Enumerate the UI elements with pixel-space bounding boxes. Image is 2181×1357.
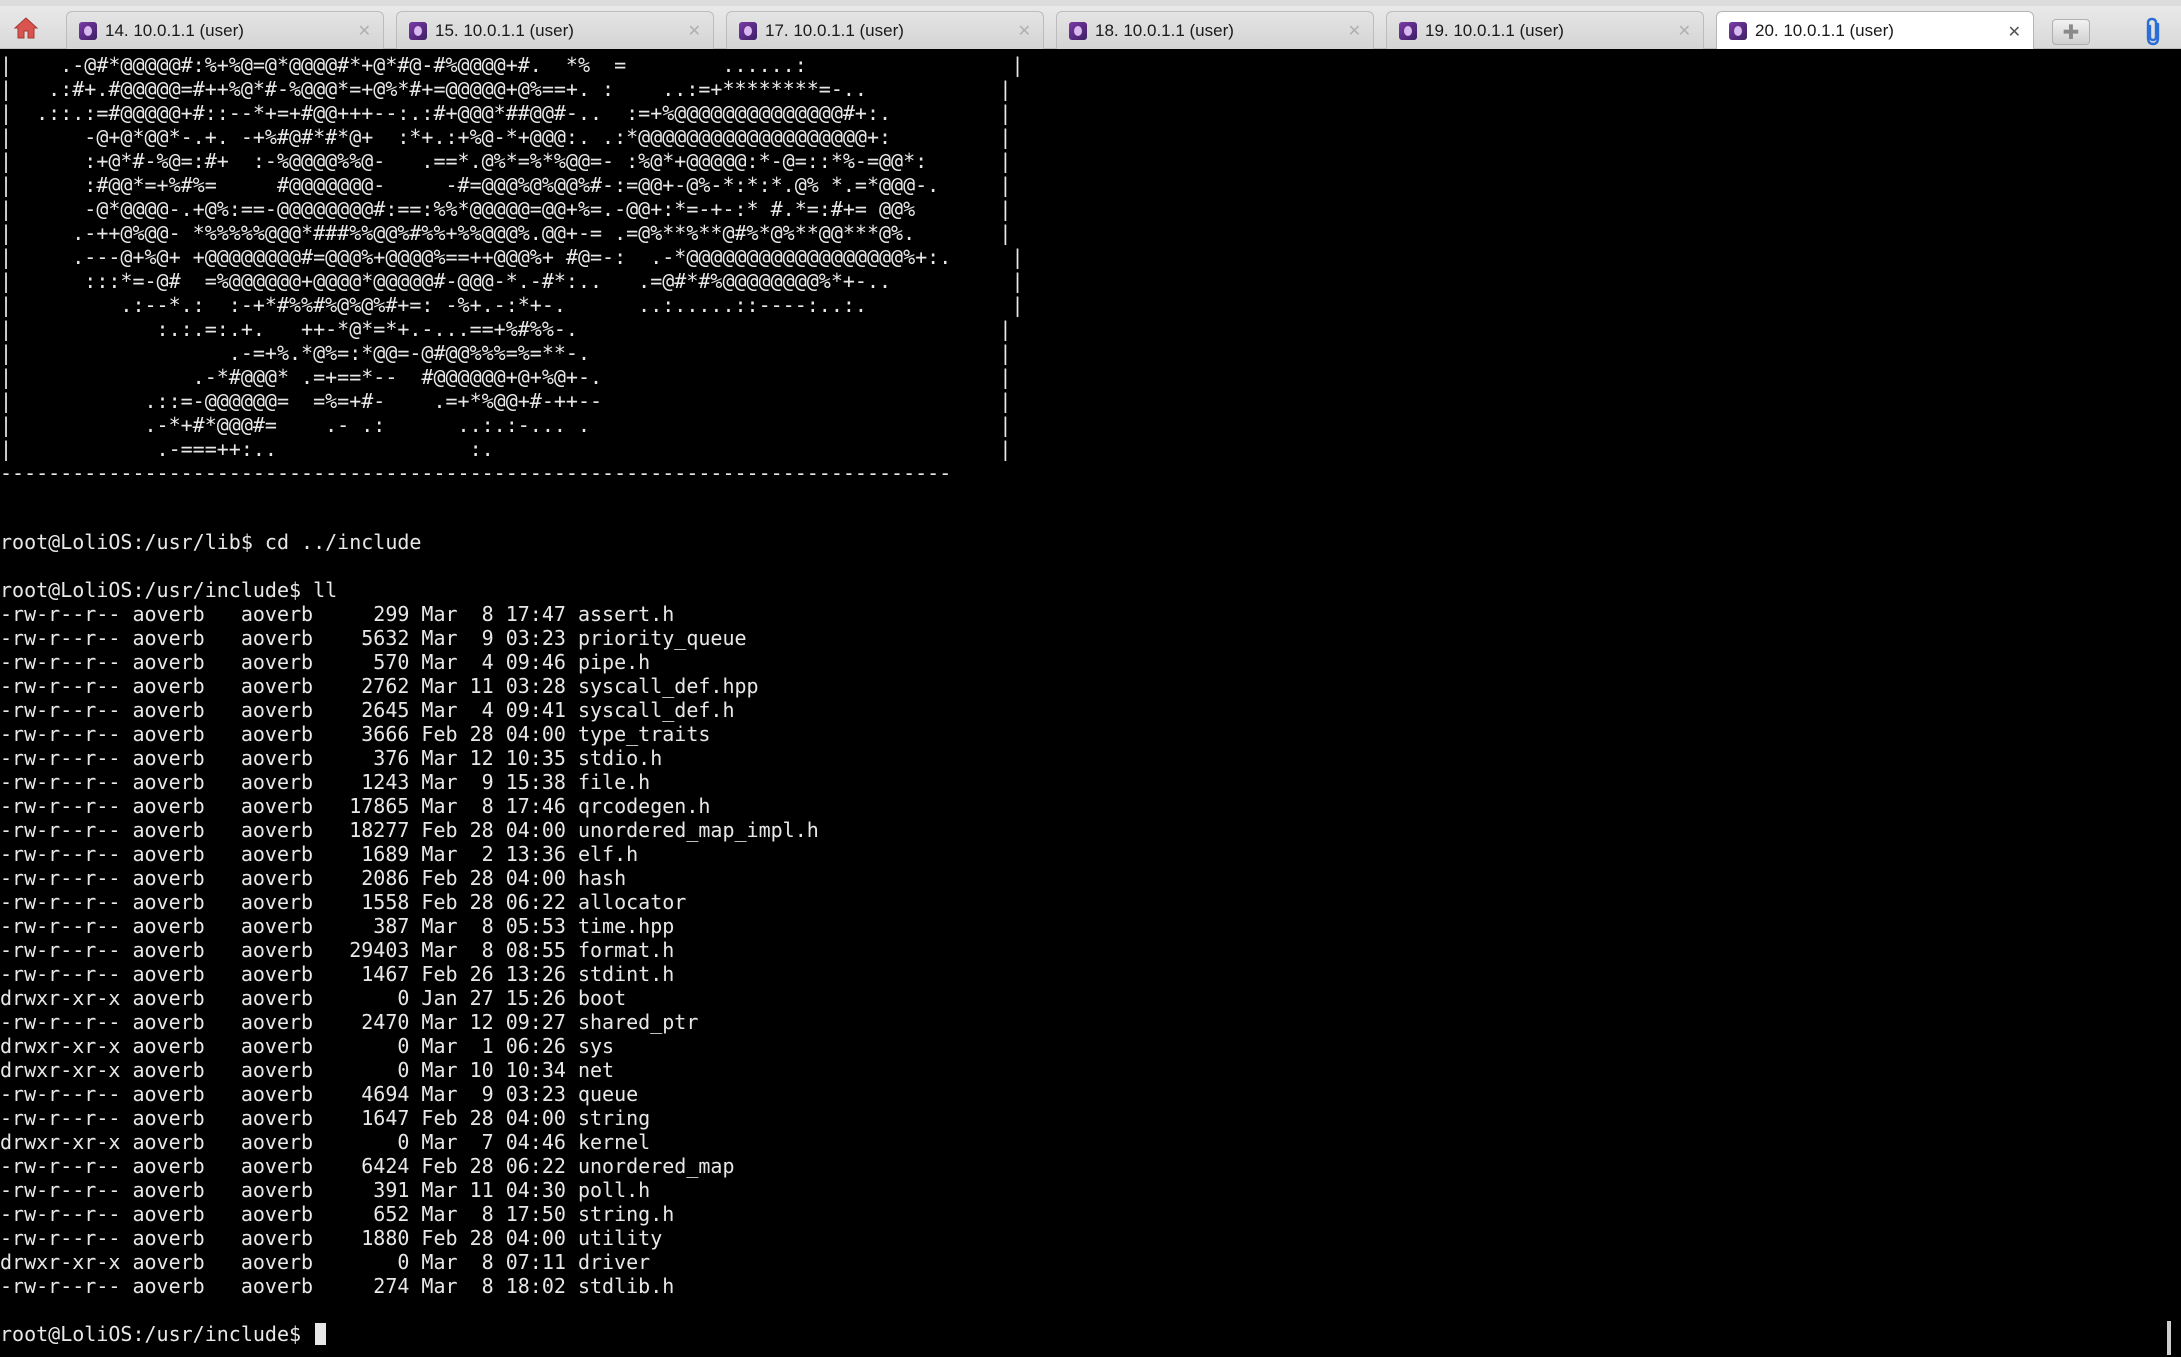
- tab-label: 15. 10.0.1.1 (user): [435, 20, 574, 40]
- tab-label: 17. 10.0.1.1 (user): [765, 20, 904, 40]
- file-listing-row: -rw-r--r-- aoverb aoverb 1689 Mar 2 13:3…: [0, 842, 639, 866]
- file-listing-row: -rw-r--r-- aoverb aoverb 4694 Mar 9 03:2…: [0, 1082, 639, 1106]
- session-icon: [1399, 21, 1417, 40]
- ascii-art-line: | .::=-@@@@@@= =%=+#- .=+*%@@+#-++-- |: [0, 389, 1012, 413]
- terminal-output[interactable]: | .-@#*@@@@@#:%+%@=@*@@@@#*+@*#@-#%@@@@+…: [0, 49, 2160, 1357]
- ascii-art-line: | :#@@*=+%#%= #@@@@@@@- -#=@@@%@%@@%#-:=…: [0, 173, 1012, 197]
- file-listing-row: -rw-r--r-- aoverb aoverb 1467 Feb 26 13:…: [0, 962, 675, 986]
- session-icon: [739, 21, 757, 40]
- ascii-art-line: | .-@#*@@@@@#:%+%@=@*@@@@#*+@*#@-#%@@@@+…: [0, 53, 1024, 77]
- file-listing-row: -rw-r--r-- aoverb aoverb 376 Mar 12 10:3…: [0, 746, 663, 770]
- tab-label: 18. 10.0.1.1 (user): [1095, 20, 1234, 40]
- file-listing-row: -rw-r--r-- aoverb aoverb 1880 Feb 28 04:…: [0, 1226, 663, 1250]
- file-listing-row: -rw-r--r-- aoverb aoverb 299 Mar 8 17:47…: [0, 602, 675, 626]
- ascii-art-line: | .-++@%@@- *%%%%%@@@*###%%@@%#%%+%%@@@%…: [0, 221, 1012, 245]
- file-listing-row: -rw-r--r-- aoverb aoverb 2762 Mar 11 03:…: [0, 674, 759, 698]
- close-icon[interactable]: ✕: [2008, 22, 2021, 41]
- paperclip-icon: [2146, 17, 2160, 46]
- ascii-art-line: | :::*=-@# =%@@@@@@+@@@@*@@@@@#-@@@-*.-#…: [0, 269, 1024, 293]
- ascii-art-line: | .-=+%.*@%=:*@@=-@#@@%%%=%=**-. |: [0, 341, 1012, 365]
- file-listing-row: -rw-r--r-- aoverb aoverb 1243 Mar 9 15:3…: [0, 770, 651, 794]
- file-listing-row: -rw-r--r-- aoverb aoverb 652 Mar 8 17:50…: [0, 1202, 675, 1226]
- file-listing-row: -rw-r--r-- aoverb aoverb 391 Mar 11 04:3…: [0, 1178, 651, 1202]
- file-listing-row: drwxr-xr-x aoverb aoverb 0 Mar 10 10:34 …: [0, 1058, 615, 1082]
- home-button[interactable]: [10, 14, 42, 42]
- file-listing-row: -rw-r--r-- aoverb aoverb 570 Mar 4 09:46…: [0, 650, 651, 674]
- file-listing-row: drwxr-xr-x aoverb aoverb 0 Jan 27 15:26 …: [0, 986, 627, 1010]
- ascii-art-line: | .-===++:.. :. |: [0, 437, 1012, 461]
- separator-line: ----------------------------------------…: [0, 461, 952, 485]
- close-icon[interactable]: ✕: [1348, 21, 1361, 40]
- shell-prompt[interactable]: root@LoliOS:/usr/include$: [0, 1322, 327, 1346]
- session-icon: [1729, 22, 1747, 40]
- tab-18[interactable]: 18. 10.0.1.1 (user) ✕: [1056, 11, 1374, 49]
- tab-17[interactable]: 17. 10.0.1.1 (user) ✕: [726, 11, 1044, 49]
- file-listing-row: -rw-r--r-- aoverb aoverb 2470 Mar 12 09:…: [0, 1010, 699, 1034]
- command-line: root@LoliOS:/usr/lib$ cd ../include: [0, 530, 422, 554]
- file-listing-row: drwxr-xr-x aoverb aoverb 0 Mar 8 07:11 d…: [0, 1250, 651, 1274]
- session-icon: [79, 21, 97, 40]
- close-icon[interactable]: ✕: [358, 21, 371, 40]
- tab-label: 20. 10.0.1.1 (user): [1755, 21, 1894, 40]
- file-listing-row: -rw-r--r-- aoverb aoverb 274 Mar 8 18:02…: [0, 1274, 675, 1298]
- tab-20[interactable]: 20. 10.0.1.1 (user) ✕: [1716, 11, 2034, 50]
- close-icon[interactable]: ✕: [1018, 21, 1031, 40]
- file-listing-row: -rw-r--r-- aoverb aoverb 5632 Mar 9 03:2…: [0, 626, 747, 650]
- file-listing-row: drwxr-xr-x aoverb aoverb 0 Mar 1 06:26 s…: [0, 1034, 615, 1058]
- file-listing-row: -rw-r--r-- aoverb aoverb 387 Mar 8 05:53…: [0, 914, 675, 938]
- ascii-art-line: | .-*+#*@@@#= .- .: ..:.:-... . |: [0, 413, 1012, 437]
- command-line: root@LoliOS:/usr/include$ ll: [0, 578, 338, 602]
- file-listing-row: -rw-r--r-- aoverb aoverb 29403 Mar 8 08:…: [0, 938, 675, 962]
- tab-14[interactable]: 14. 10.0.1.1 (user) ✕: [66, 11, 384, 49]
- file-listing-row: -rw-r--r-- aoverb aoverb 17865 Mar 8 17:…: [0, 794, 711, 818]
- new-tab-icon: ✚: [2062, 20, 2080, 44]
- session-icon: [409, 21, 427, 40]
- file-listing-row: -rw-r--r-- aoverb aoverb 1647 Feb 28 04:…: [0, 1106, 651, 1130]
- tab-label: 14. 10.0.1.1 (user): [105, 20, 244, 40]
- ascii-art-line: | .-*#@@@* .=+==*-- #@@@@@@+@+%@+-. |: [0, 365, 1012, 389]
- file-listing-row: -rw-r--r-- aoverb aoverb 18277 Feb 28 04…: [0, 818, 819, 842]
- ascii-art-line: | -@+@*@@*-.+. -+%#@#*#*@+ :*+.:+%@-*+@@…: [0, 125, 1012, 149]
- file-listing-row: -rw-r--r-- aoverb aoverb 1558 Feb 28 06:…: [0, 890, 687, 914]
- file-listing-row: -rw-r--r-- aoverb aoverb 3666 Feb 28 04:…: [0, 722, 711, 746]
- file-listing-row: -rw-r--r-- aoverb aoverb 2645 Mar 4 09:4…: [0, 698, 735, 722]
- close-icon[interactable]: ✕: [1678, 21, 1691, 40]
- attach-button[interactable]: [2138, 16, 2170, 48]
- terminal-scrollbar[interactable]: [2160, 49, 2181, 1357]
- ascii-art-line: | .::.:=#@@@@@+#::--*+=+#@@+++--:.:#+@@@…: [0, 101, 1012, 125]
- tab-19[interactable]: 19. 10.0.1.1 (user) ✕: [1386, 11, 1704, 49]
- scrollbar-thumb[interactable]: [2167, 1321, 2171, 1355]
- file-listing-row: drwxr-xr-x aoverb aoverb 0 Mar 7 04:46 k…: [0, 1130, 651, 1154]
- tab-15[interactable]: 15. 10.0.1.1 (user) ✕: [396, 11, 714, 49]
- file-listing-row: -rw-r--r-- aoverb aoverb 2086 Feb 28 04:…: [0, 866, 627, 890]
- close-icon[interactable]: ✕: [688, 21, 701, 40]
- new-tab-button[interactable]: ✚: [2052, 19, 2090, 45]
- file-listing-row: -rw-r--r-- aoverb aoverb 6424 Feb 28 06:…: [0, 1154, 735, 1178]
- ascii-art-line: | .---@+%@+ +@@@@@@@@#=@@@%+@@@@%==++@@@…: [0, 245, 1024, 269]
- home-icon: [13, 17, 39, 39]
- ascii-art-line: | -@*@@@@-.+@%:==-@@@@@@@@#:==:%%*@@@@@=…: [0, 197, 1012, 221]
- ascii-art-line: | :+@*#-%@=:#+ :-%@@@@%%@- .==*.@%*=%*%@…: [0, 149, 1012, 173]
- ascii-art-line: | :.:.=:.+. ++-*@*=*+.-...==+%#%%-. |: [0, 317, 1012, 341]
- tab-label: 19. 10.0.1.1 (user): [1425, 20, 1564, 40]
- ascii-art-line: | .:#+.#@@@@@=#++%@*#-%@@@*=+@%*#+=@@@@@…: [0, 77, 1012, 101]
- session-icon: [1069, 21, 1087, 40]
- text-cursor: [315, 1323, 327, 1345]
- tab-bar: 14. 10.0.1.1 (user) ✕ 15. 10.0.1.1 (user…: [0, 6, 2181, 50]
- ascii-art-line: | .:--*.: :-+*#%%#%@%@%#+=: -%+.-:*+-. .…: [0, 293, 1024, 317]
